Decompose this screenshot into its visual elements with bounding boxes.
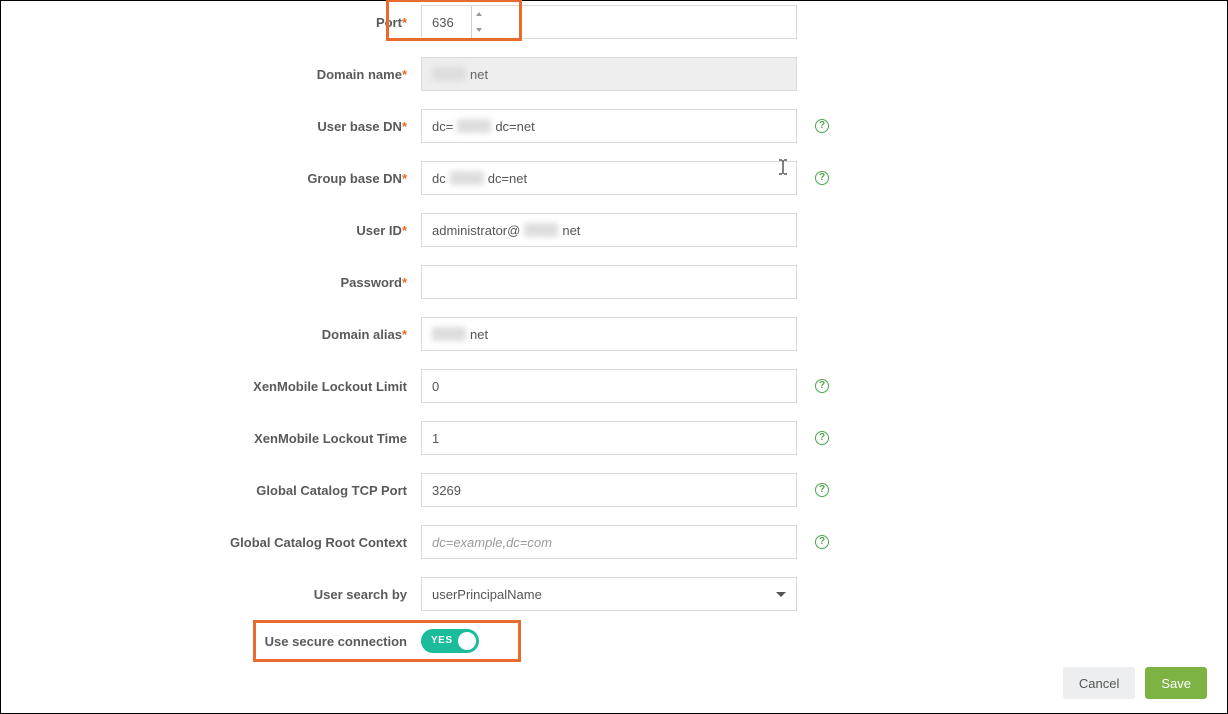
use-secure-toggle[interactable]: YES [421, 629, 479, 653]
user-search-by-label: User search by [1, 587, 421, 602]
help-icon[interactable]: ? [815, 535, 829, 549]
user-id-label: User ID* [1, 223, 421, 238]
user-search-by-value: userPrincipalName [432, 587, 542, 602]
save-button[interactable]: Save [1145, 667, 1207, 699]
group-base-dn-input[interactable]: dc dc=net [421, 161, 797, 195]
gc-tcp-port-input[interactable] [421, 473, 797, 507]
gc-root-context-label: Global Catalog Root Context [1, 535, 421, 550]
domain-name-label: Domain name* [1, 67, 421, 82]
help-icon[interactable]: ? [815, 483, 829, 497]
password-label: Password* [1, 275, 421, 290]
lockout-time-label: XenMobile Lockout Time [1, 431, 421, 446]
gc-root-context-input[interactable] [421, 525, 797, 559]
port-spinner-down-icon[interactable] [476, 28, 482, 32]
redacted-icon [450, 171, 484, 185]
help-icon[interactable]: ? [815, 431, 829, 445]
password-input[interactable] [421, 265, 797, 299]
port-spinner-up-icon[interactable] [476, 12, 482, 16]
port-label: Port* [1, 15, 421, 30]
footer-actions: Cancel Save [1063, 667, 1207, 699]
cancel-button[interactable]: Cancel [1063, 667, 1135, 699]
chevron-down-icon [776, 592, 786, 597]
lockout-time-input[interactable] [421, 421, 797, 455]
lockout-limit-label: XenMobile Lockout Limit [1, 379, 421, 394]
toggle-knob-icon [458, 632, 476, 650]
use-secure-label: Use secure connection [1, 634, 421, 649]
ldap-settings-form: Port* Domain name* net User base DN* [0, 0, 1228, 714]
group-base-dn-label: Group base DN* [1, 171, 421, 186]
domain-name-input: net [421, 57, 797, 91]
help-icon[interactable]: ? [815, 119, 829, 133]
user-search-by-dropdown[interactable]: userPrincipalName [421, 577, 797, 611]
port-spinner[interactable] [471, 6, 485, 38]
domain-alias-input[interactable]: net [421, 317, 797, 351]
redacted-icon [432, 67, 466, 81]
gc-tcp-port-label: Global Catalog TCP Port [1, 483, 421, 498]
redacted-icon [524, 223, 558, 237]
lockout-limit-input[interactable] [421, 369, 797, 403]
user-base-dn-input[interactable]: dc= dc=net [421, 109, 797, 143]
redacted-icon [457, 119, 491, 133]
user-base-dn-label: User base DN* [1, 119, 421, 134]
user-id-input[interactable]: administrator@ net [421, 213, 797, 247]
help-icon[interactable]: ? [815, 379, 829, 393]
redacted-icon [432, 327, 466, 341]
domain-alias-label: Domain alias* [1, 327, 421, 342]
help-icon[interactable]: ? [815, 171, 829, 185]
